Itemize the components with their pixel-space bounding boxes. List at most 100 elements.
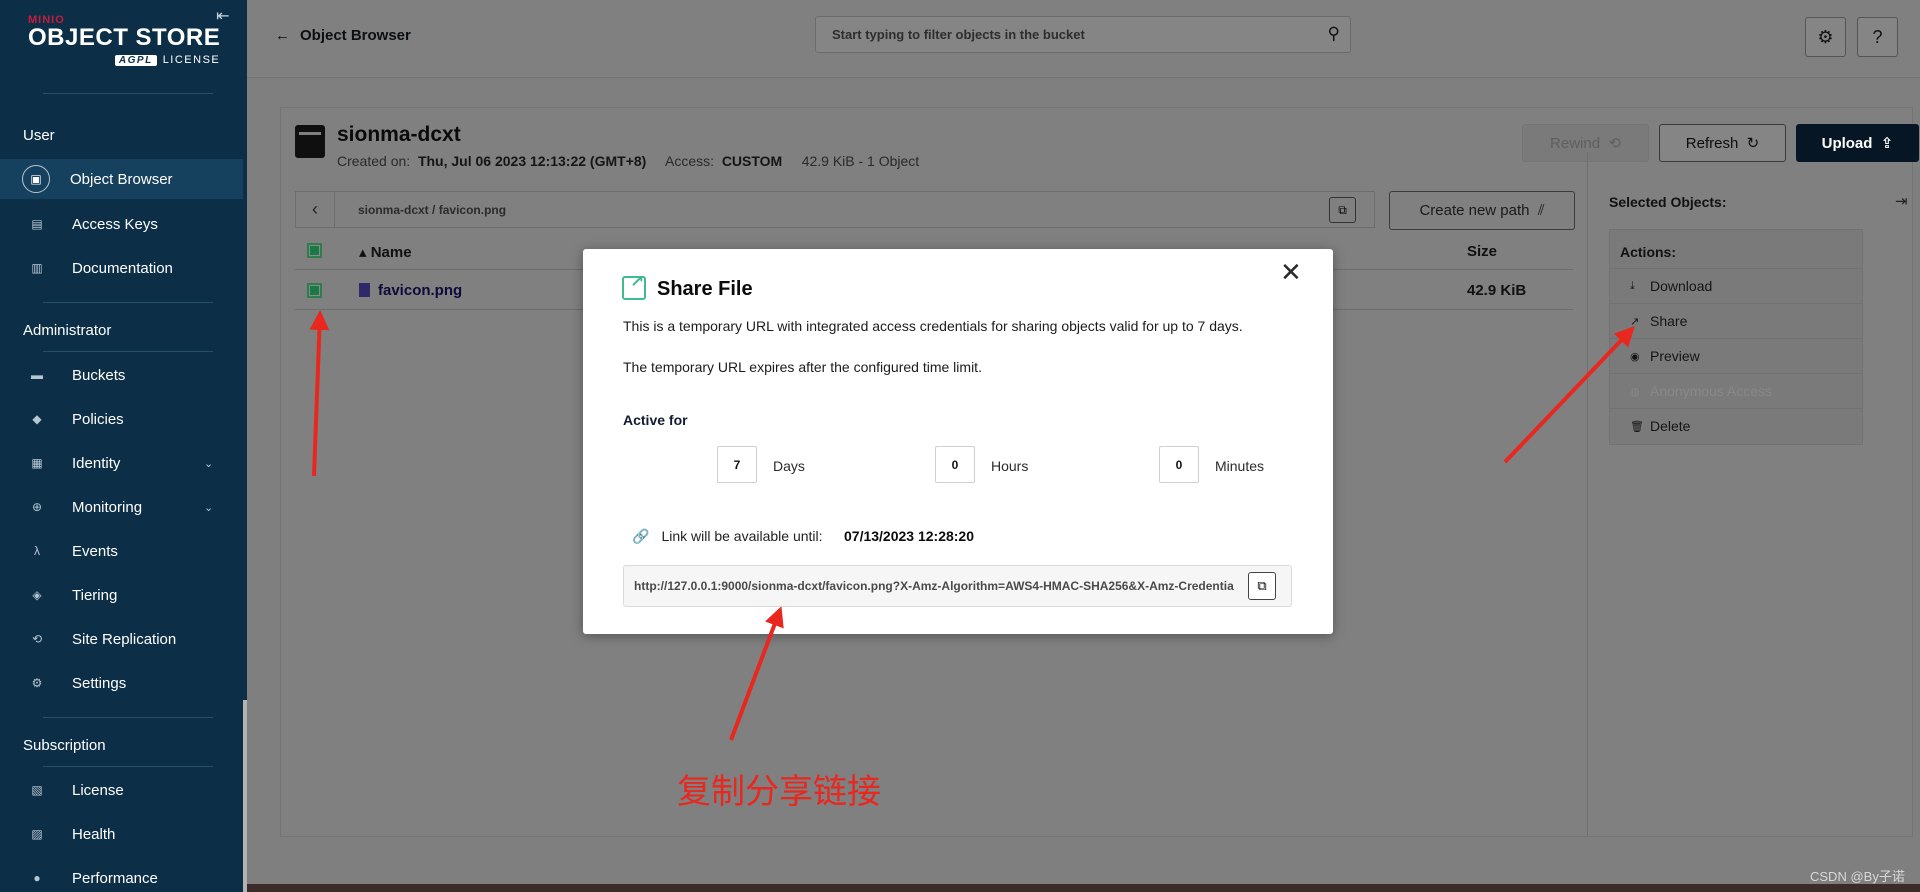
gear-icon: ⚙	[1817, 26, 1834, 47]
sidebar-item-tiering[interactable]: ◈ Tiering	[0, 575, 243, 615]
collapse-panel-icon[interactable]: ⇥	[1895, 192, 1908, 210]
link-icon: 🔗	[632, 528, 650, 544]
monitoring-icon: ⊕	[31, 500, 43, 514]
section-user: User	[23, 127, 55, 144]
top-bar: ← Object Browser Start typing to filter o…	[247, 0, 1920, 78]
sidebar: MINIO OBJECT STORE AGPL LICENSE ⇤ User ▣ …	[0, 0, 247, 892]
sidebar-item-events[interactable]: λ Events	[0, 531, 243, 571]
sidebar-item-license[interactable]: ▧ License	[0, 770, 243, 810]
watermark: CSDN @By子诺	[1810, 869, 1905, 884]
back-to-object-browser[interactable]: ← Object Browser	[275, 27, 411, 44]
actions-title: Actions:	[1620, 244, 1676, 260]
dialog-title: Share File	[657, 278, 753, 300]
create-new-path-button[interactable]: Create new path ⫽	[1389, 191, 1575, 230]
health-icon: ▨	[31, 827, 43, 841]
sidebar-item-monitoring[interactable]: ⊕ Monitoring ⌄	[0, 487, 243, 527]
minutes-input[interactable]: 0	[1159, 446, 1199, 483]
hours-input[interactable]: 0	[935, 446, 975, 483]
anonymous-icon: ◍	[1630, 385, 1640, 398]
share-url-field[interactable]: http://127.0.0.1:9000/sionma-dcxt/favico…	[623, 565, 1292, 607]
section-administrator: Administrator	[23, 322, 112, 339]
search-icon: ⚲	[1327, 24, 1340, 43]
sidebar-item-performance[interactable]: ● Performance	[0, 858, 243, 892]
sort-asc-icon: ▴	[359, 244, 367, 261]
share-icon	[622, 272, 646, 300]
divider	[43, 717, 213, 718]
sidebar-item-buckets[interactable]: ▬ Buckets	[0, 355, 243, 395]
buckets-icon: ▬	[31, 368, 43, 382]
days-input[interactable]: 7	[717, 446, 757, 483]
link-expiry-date: 07/13/2023 12:28:20	[844, 528, 974, 544]
object-browser-icon: ▣	[22, 165, 50, 193]
replication-icon: ⟲	[31, 632, 43, 646]
search-input[interactable]: Start typing to filter objects in the bu…	[815, 16, 1351, 53]
divider	[1587, 152, 1588, 836]
share-file-dialog: ✕ Share File This is a temporary URL wit…	[583, 249, 1333, 634]
action-download[interactable]: ⤓ Download	[1610, 268, 1862, 303]
copy-url-button[interactable]: ⧉	[1248, 572, 1276, 600]
breadcrumb: sionma-dcxt / favicon.png	[358, 203, 507, 217]
path-bar: ‹ sionma-dcxt / favicon.png ⧉	[295, 191, 1375, 228]
sidebar-item-documentation[interactable]: ▥ Documentation	[0, 248, 243, 288]
action-share[interactable]: ↗ Share	[1610, 303, 1862, 338]
action-delete[interactable]: 🗑 Delete	[1610, 408, 1862, 443]
policies-icon: ◆	[32, 412, 42, 426]
chevron-left-icon[interactable]: ‹	[296, 192, 335, 227]
hours-label: Hours	[991, 458, 1029, 474]
access-keys-icon: ▤	[31, 217, 43, 231]
settings-button[interactable]: ⚙	[1805, 17, 1846, 57]
close-icon[interactable]: ✕	[1280, 259, 1302, 285]
license-icon: ▧	[31, 783, 43, 797]
upload-icon: ⇪	[1880, 135, 1894, 152]
brand-title: OBJECT STORE	[28, 24, 221, 51]
sidebar-item-health[interactable]: ▨ Health	[0, 814, 243, 854]
action-preview[interactable]: ◉ Preview	[1610, 338, 1862, 373]
trash-icon: 🗑	[1630, 420, 1644, 433]
new-path-icon: ⫽	[1537, 202, 1545, 219]
dialog-expiry-note: The temporary URL expires after the conf…	[623, 359, 982, 375]
file-name[interactable]: favicon.png	[359, 282, 462, 299]
sidebar-item-policies[interactable]: ◆ Policies	[0, 399, 243, 439]
share-url[interactable]: http://127.0.0.1:9000/sionma-dcxt/favico…	[634, 579, 1234, 593]
divider	[43, 93, 213, 94]
sidebar-item-site-replication[interactable]: ⟲ Site Replication	[0, 619, 243, 659]
brand-license: AGPL LICENSE	[114, 54, 220, 66]
sidebar-item-object-browser[interactable]: ▣ Object Browser	[0, 159, 243, 199]
refresh-button[interactable]: Refresh ↻	[1659, 124, 1786, 162]
collapse-sidebar-icon[interactable]: ⇤	[216, 6, 229, 26]
chevron-down-icon: ⌄	[204, 501, 214, 514]
help-button[interactable]: ?	[1857, 17, 1898, 57]
bucket-meta: Created on: Thu, Jul 06 2023 12:13:22 (G…	[337, 153, 920, 169]
divider	[43, 302, 213, 303]
copy-icon: ⧉	[1257, 578, 1267, 593]
annotation-label: 复制分享链接	[677, 772, 881, 812]
dialog-description: This is a temporary URL with integrated …	[623, 318, 1243, 334]
tiering-icon: ◈	[32, 588, 42, 602]
share-icon: ↗	[1630, 315, 1640, 328]
sidebar-item-settings[interactable]: ⚙ Settings	[0, 663, 243, 703]
column-name[interactable]: ▴ Name	[359, 243, 412, 261]
link-available-label: 🔗 Link will be available until:	[632, 528, 823, 544]
column-size[interactable]: Size	[1467, 243, 1497, 260]
bucket-name: sionma-dcxt	[337, 123, 461, 146]
sidebar-item-access-keys[interactable]: ▤ Access Keys	[0, 204, 243, 244]
help-icon: ?	[1872, 26, 1883, 47]
identity-icon: ▦	[31, 456, 43, 470]
upload-button[interactable]: Upload ⇪	[1796, 124, 1919, 162]
sidebar-item-identity[interactable]: ▦ Identity ⌄	[0, 443, 243, 483]
download-icon: ⤓	[1630, 279, 1635, 292]
actions-panel: Actions: ⤓ Download ↗ Share ◉ Preview ◍ Anon…	[1609, 229, 1863, 445]
row-checkbox[interactable]	[307, 283, 322, 298]
rewind-button[interactable]: Rewind ⟲	[1522, 124, 1649, 162]
selected-objects-title: Selected Objects:	[1609, 194, 1727, 210]
days-label: Days	[773, 458, 805, 474]
image-file-icon	[359, 283, 370, 297]
select-all-checkbox[interactable]	[307, 243, 322, 258]
active-for-label: Active for	[623, 412, 688, 428]
chevron-down-icon: ⌄	[204, 457, 214, 470]
bottom-strip	[247, 884, 1920, 892]
copy-path-icon[interactable]: ⧉	[1329, 197, 1356, 223]
file-size: 42.9 KiB	[1467, 282, 1527, 299]
rewind-icon: ⟲	[1608, 135, 1621, 152]
section-subscription: Subscription	[23, 737, 106, 754]
